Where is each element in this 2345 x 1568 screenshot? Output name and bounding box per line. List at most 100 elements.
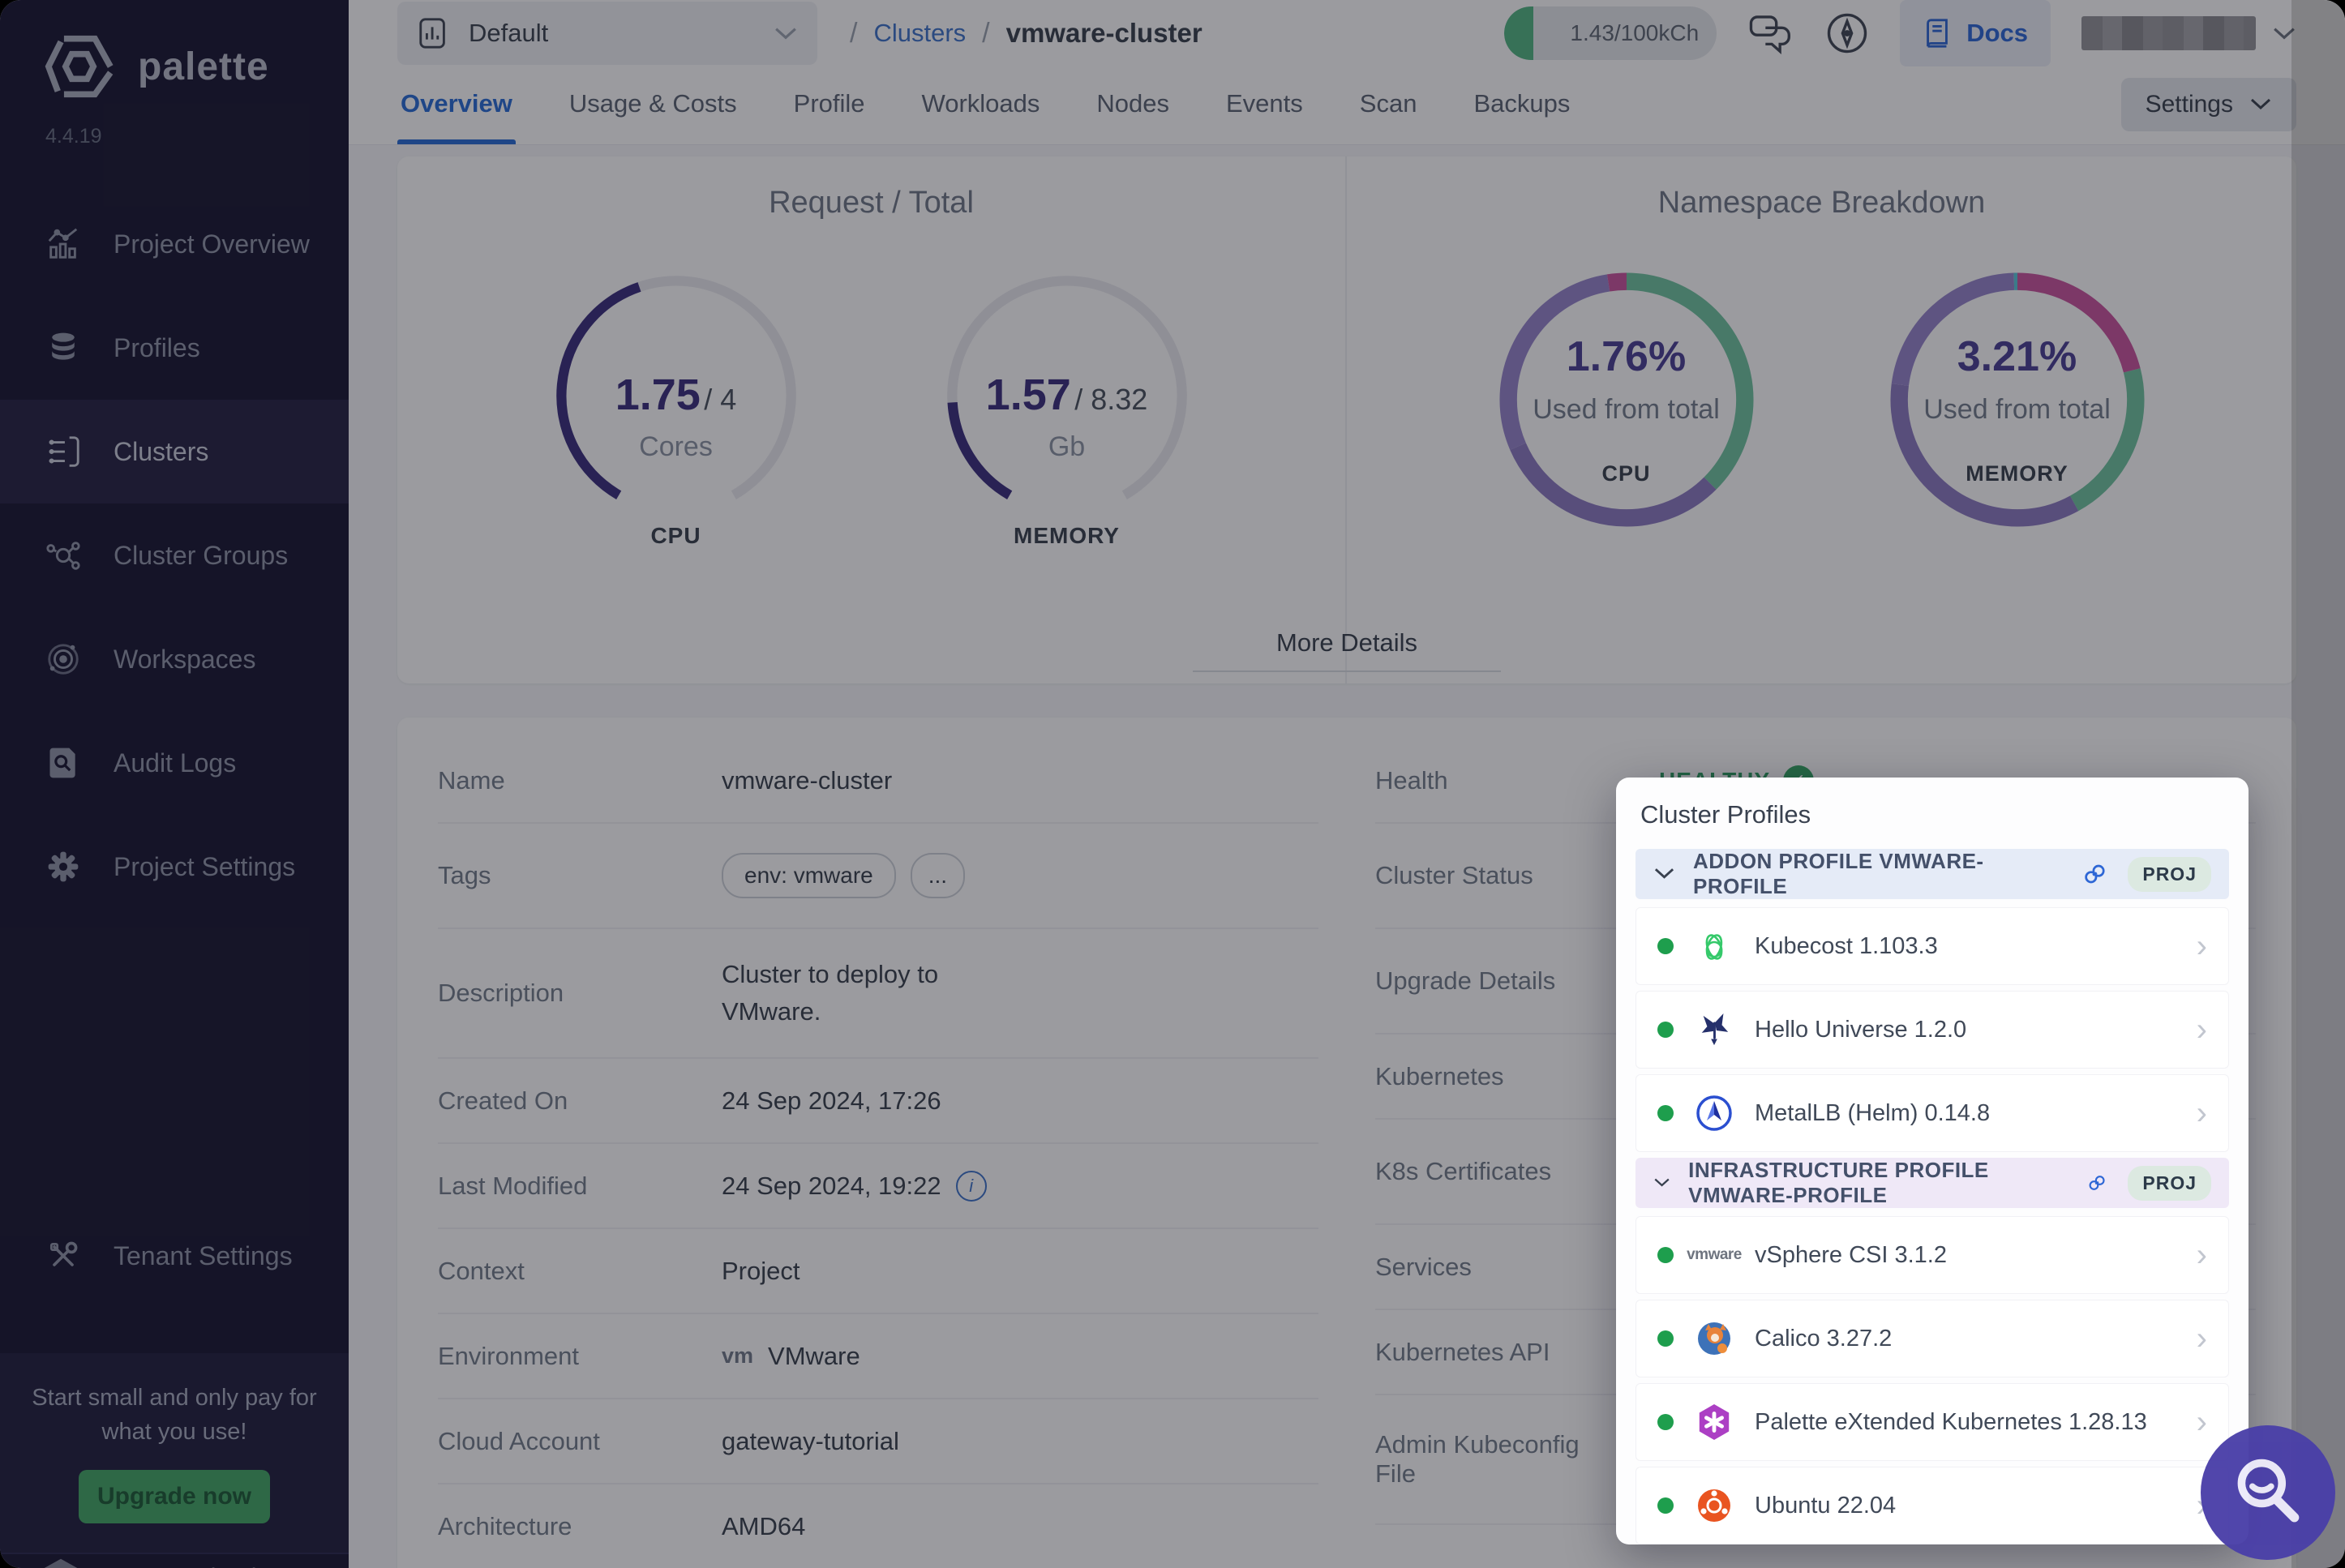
status-dot xyxy=(1657,938,1674,954)
book-icon xyxy=(1923,17,1952,49)
tag-more-chip[interactable]: ... xyxy=(911,853,965,898)
sidebar-footer: spectro cloud ‹ xyxy=(0,1553,349,1568)
chat-button[interactable] xyxy=(1747,11,1794,55)
detail-row-context: Context Project xyxy=(438,1229,1318,1314)
footer-brand: spectro cloud xyxy=(104,1564,256,1568)
profile-item-ubuntu[interactable]: Ubuntu 22.04 › xyxy=(1635,1467,2229,1544)
cluster-tabs: Overview Usage & Costs Profile Workloads… xyxy=(397,66,1573,144)
link-icon[interactable] xyxy=(2087,1170,2107,1196)
link-icon[interactable] xyxy=(2082,861,2107,887)
sidebar-item-cluster-groups[interactable]: Cluster Groups xyxy=(0,503,349,607)
sidebar-item-clusters[interactable]: Clusters xyxy=(0,400,349,503)
database-icon xyxy=(44,328,83,367)
tab-scan[interactable]: Scan xyxy=(1357,66,1421,144)
user-name-redacted xyxy=(2081,16,2256,50)
detail-value: 24 Sep 2024, 17:26 xyxy=(722,1086,1318,1116)
donut-label: MEMORY xyxy=(1867,461,2168,486)
kubecost-icon xyxy=(1695,927,1734,966)
app-version: 4.4.19 xyxy=(0,101,349,148)
vmware-logo: vm xyxy=(722,1343,753,1369)
gauge-total: / 8.32 xyxy=(1074,383,1147,416)
tab-backups[interactable]: Backups xyxy=(1470,66,1573,144)
sidebar-item-workspaces[interactable]: Workspaces xyxy=(0,607,349,711)
upgrade-text: Start small and only pay for what you us… xyxy=(24,1381,324,1449)
chevron-right-icon: › xyxy=(2197,1406,2207,1438)
infrastructure-profile-header[interactable]: INFRASTRUCTURE PROFILE VMWARE-PROFILE PR… xyxy=(1635,1158,2229,1208)
detail-value: AMD64 xyxy=(722,1512,1318,1541)
profile-item-vsphere-csi[interactable]: vmware vSphere CSI 3.1.2 › xyxy=(1635,1216,2229,1294)
sidebar-item-label: Audit Logs xyxy=(114,748,236,778)
tab-profile[interactable]: Profile xyxy=(791,66,868,144)
settings-button[interactable]: Settings xyxy=(2121,78,2296,131)
more-details-button[interactable]: More Details xyxy=(1193,628,1501,672)
sidebar-item-audit-logs[interactable]: Audit Logs xyxy=(0,711,349,815)
profile-item-name: MetalLB (Helm) 0.14.8 xyxy=(1755,1100,1990,1127)
gauge-value: 1.57 xyxy=(986,371,1071,419)
sidebar-item-tenant-settings[interactable]: Tenant Settings xyxy=(0,1204,349,1308)
detail-row-tags: Tags env: vmware ... xyxy=(438,824,1318,929)
tag-chip[interactable]: env: vmware xyxy=(722,853,896,898)
sidebar-item-project-settings[interactable]: Project Settings xyxy=(0,815,349,919)
details-left-column: Name vmware-cluster Tags env: vmware ...… xyxy=(438,739,1318,1568)
sidebar-item-label: Tenant Settings xyxy=(114,1241,293,1271)
status-dot xyxy=(1657,1022,1674,1038)
breadcrumb-clusters-link[interactable]: Clusters xyxy=(873,19,966,48)
profile-item-calico[interactable]: Calico 3.27.2 › xyxy=(1635,1300,2229,1377)
detail-value: VMware xyxy=(768,1342,860,1371)
explore-button[interactable] xyxy=(1825,11,1869,55)
support-search-fab[interactable] xyxy=(2201,1425,2335,1560)
profile-item-name: Hello Universe 1.2.0 xyxy=(1755,1017,1966,1043)
detail-label: Architecture xyxy=(438,1512,722,1541)
status-dot xyxy=(1657,1414,1674,1430)
overview-card: Request / Total 1.75 / 4 Cores CPU xyxy=(397,156,2296,683)
compass-icon xyxy=(1825,11,1869,55)
section-title: Namespace Breakdown xyxy=(1347,186,2296,221)
sidebar-collapse-button[interactable]: ‹ xyxy=(302,1561,313,1568)
tab-workloads[interactable]: Workloads xyxy=(919,66,1044,144)
tab-nodes[interactable]: Nodes xyxy=(1093,66,1172,144)
upgrade-now-button[interactable]: Upgrade now xyxy=(79,1470,270,1523)
addon-profile-header[interactable]: ADDON PROFILE VMWARE-PROFILE PROJ xyxy=(1635,849,2229,899)
sidebar-item-profiles[interactable]: Profiles xyxy=(0,296,349,400)
sidebar-item-label: Profiles xyxy=(114,333,200,363)
tab-overview[interactable]: Overview xyxy=(397,66,516,144)
project-selector-value: Default xyxy=(469,19,548,48)
donut-caption: Used from total xyxy=(1476,394,1777,426)
sidebar-item-label: Project Settings xyxy=(114,852,295,882)
detail-value: Project xyxy=(722,1257,1318,1286)
chart-icon xyxy=(44,225,83,263)
sidebar-item-label: Workspaces xyxy=(114,645,255,675)
detail-label: Context xyxy=(438,1257,722,1286)
tab-usage-costs[interactable]: Usage & Costs xyxy=(566,66,740,144)
detail-label: Last Modified xyxy=(438,1172,722,1201)
profile-header-label: ADDON PROFILE VMWARE-PROFILE xyxy=(1693,849,2064,899)
usage-quota-pill[interactable]: 1.43/100kCh xyxy=(1504,6,1717,60)
footer-brand-a: spectro xyxy=(104,1564,191,1568)
detail-label: Description xyxy=(438,979,722,1008)
docs-button[interactable]: Docs xyxy=(1900,0,2051,66)
profile-item-metallb[interactable]: MetalLB (Helm) 0.14.8 › xyxy=(1635,1074,2229,1152)
detail-value: gateway-tutorial xyxy=(722,1427,1318,1456)
tab-events[interactable]: Events xyxy=(1223,66,1306,144)
profile-item-hello-universe[interactable]: Hello Universe 1.2.0 › xyxy=(1635,991,2229,1069)
detail-label: Created On xyxy=(438,1086,722,1116)
sidebar-item-project-overview[interactable]: Project Overview xyxy=(0,192,349,296)
server-icon xyxy=(44,432,83,471)
calico-icon xyxy=(1695,1319,1734,1358)
sidebar: palette 4.4.19 Project Overview Pr xyxy=(0,0,349,1568)
memory-donut: 3.21% Used from total MEMORY xyxy=(1867,258,2168,546)
project-selector[interactable]: Default xyxy=(397,2,817,65)
app-window: palette 4.4.19 Project Overview Pr xyxy=(0,0,2345,1568)
chevron-down-icon xyxy=(1653,867,1675,881)
profile-item-palette-extended-kubernetes[interactable]: Palette eXtended Kubernetes 1.28.13 › xyxy=(1635,1383,2229,1461)
user-menu[interactable] xyxy=(2081,16,2296,50)
memory-gauge: 1.57 / 8.32 Gb MEMORY xyxy=(916,258,1218,549)
magnifier-smile-icon xyxy=(2231,1455,2305,1530)
detail-row-description: Description Cluster to deploy to VMware. xyxy=(438,929,1318,1059)
profile-item-kubecost[interactable]: Kubecost 1.103.3 › xyxy=(1635,907,2229,985)
detail-row-last-modified: Last Modified 24 Sep 2024, 19:22 i xyxy=(438,1144,1318,1229)
donut-percent: 3.21% xyxy=(1867,332,2168,381)
chevron-right-icon: › xyxy=(2197,1239,2207,1271)
info-icon[interactable]: i xyxy=(956,1171,987,1202)
detail-value: vmware-cluster xyxy=(722,766,1318,795)
